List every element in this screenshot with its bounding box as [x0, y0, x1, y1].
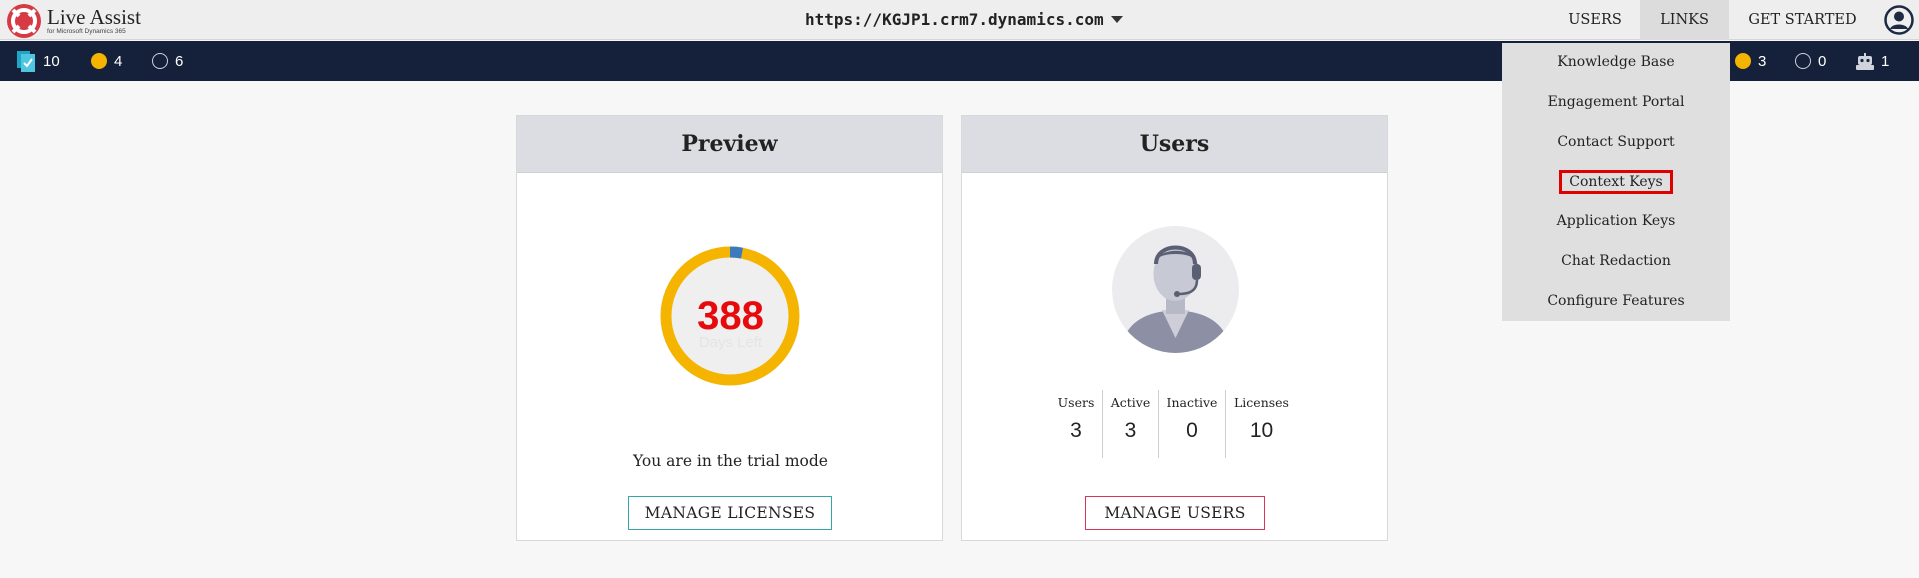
org-url-selector[interactable]: https://KGJP1.crm7.dynamics.com: [805, 10, 1123, 29]
nav-links[interactable]: LINKS: [1640, 0, 1729, 40]
menu-item-application-keys[interactable]: Application Keys: [1502, 208, 1730, 234]
manage-users-button[interactable]: MANAGE USERS: [1085, 496, 1265, 530]
brand-logo-group[interactable]: Live Assist for Microsoft Dynamics 365: [6, 3, 141, 39]
days-left-label: Days Left: [698, 334, 763, 351]
offline-stat[interactable]: 6: [152, 41, 183, 81]
nav-get-started[interactable]: GET STARTED: [1740, 0, 1865, 40]
support-agent-avatar-icon: [1112, 226, 1239, 353]
days-left-number: 388: [697, 294, 764, 338]
bots-count: 1: [1881, 52, 1890, 70]
menu-item-chat-redaction[interactable]: Chat Redaction: [1502, 248, 1730, 274]
stat-value: 3: [1124, 419, 1137, 442]
stat-value: 10: [1249, 419, 1274, 442]
stat-inactive: Inactive 0: [1158, 390, 1225, 458]
trial-mode-text: You are in the trial mode: [633, 452, 828, 470]
bot-icon: [1856, 52, 1874, 70]
menu-item-label: Context Keys: [1559, 170, 1673, 194]
user-stats: Users 3 Active 3 Inactive 0 Licenses 10: [1050, 390, 1297, 458]
menu-item-configure-features[interactable]: Configure Features: [1502, 288, 1730, 314]
stat-label: Active: [1110, 395, 1151, 410]
busy-status-icon: [91, 53, 107, 69]
menu-item-engagement-portal[interactable]: Engagement Portal: [1502, 89, 1730, 115]
links-dropdown-menu: Knowledge Base Engagement Portal Contact…: [1502, 43, 1730, 321]
stat-label: Licenses: [1234, 395, 1289, 410]
menu-item-label: Chat Redaction: [1561, 253, 1671, 269]
bots-stat[interactable]: 1: [1856, 41, 1889, 81]
stat-users: Users 3: [1050, 390, 1102, 458]
right-offline-stat[interactable]: 0: [1795, 41, 1826, 81]
menu-item-label: Configure Features: [1547, 293, 1685, 309]
preview-card-title: Preview: [517, 116, 942, 173]
users-card-title: Users: [962, 116, 1387, 173]
stat-value: 3: [1070, 419, 1082, 442]
stat-label: Users: [1057, 395, 1095, 410]
offline-status-icon: [152, 53, 168, 69]
brand-title: Live Assist: [47, 4, 141, 29]
agents-count: 10: [43, 52, 60, 70]
right-busy-count: 3: [1758, 52, 1767, 70]
caret-down-icon: [1110, 16, 1123, 23]
menu-item-label: Knowledge Base: [1557, 54, 1675, 70]
busy-status-icon: [1735, 53, 1751, 69]
menu-item-context-keys[interactable]: Context Keys: [1502, 169, 1730, 195]
menu-item-contact-support[interactable]: Contact Support: [1502, 129, 1730, 155]
stat-label: Inactive: [1166, 395, 1218, 410]
right-busy-stat[interactable]: 3: [1735, 41, 1766, 81]
menu-item-label: Application Keys: [1556, 213, 1676, 229]
user-account-icon[interactable]: [1884, 5, 1914, 35]
agents-stat[interactable]: 10: [16, 41, 60, 81]
stat-active: Active 3: [1102, 390, 1158, 458]
busy-count: 4: [114, 52, 123, 70]
menu-item-knowledge-base[interactable]: Knowledge Base: [1502, 49, 1730, 75]
org-url: https://KGJP1.crm7.dynamics.com: [805, 10, 1104, 29]
agent-document-check-icon: [17, 51, 35, 72]
busy-stat[interactable]: 4: [91, 41, 122, 81]
users-card: Users Users 3 Active 3 Inactive 0 Licens…: [961, 115, 1388, 541]
offline-status-icon: [1795, 53, 1811, 69]
nav-users[interactable]: USERS: [1550, 0, 1640, 40]
menu-item-label: Contact Support: [1557, 134, 1675, 150]
offline-count: 6: [175, 52, 184, 70]
preview-card: Preview 388 Days Left You are in the tri…: [516, 115, 943, 541]
brand-subtitle: for Microsoft Dynamics 365: [47, 27, 126, 35]
stat-licenses: Licenses 10: [1225, 390, 1297, 458]
lifebuoy-logo-icon: [7, 4, 41, 38]
manage-licenses-button[interactable]: MANAGE LICENSES: [628, 496, 832, 530]
menu-item-label: Engagement Portal: [1547, 94, 1685, 110]
top-bar: Live Assist for Microsoft Dynamics 365 h…: [0, 0, 1919, 40]
right-offline-count: 0: [1818, 52, 1827, 70]
stat-value: 0: [1186, 419, 1198, 442]
